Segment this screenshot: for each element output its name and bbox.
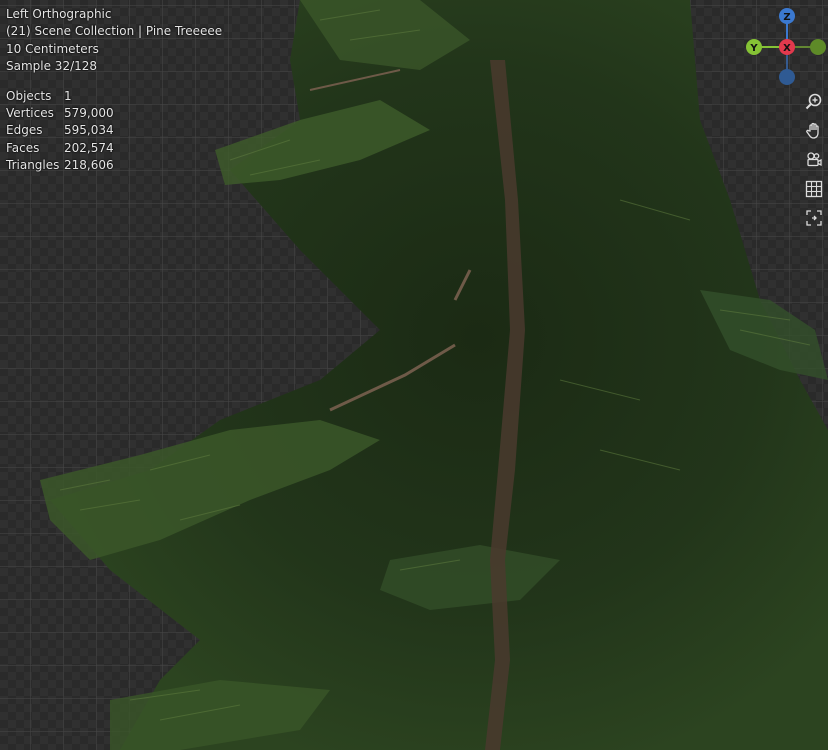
stat-row: Vertices 579,000	[6, 105, 222, 122]
navigation-gizmo[interactable]: Z Y X	[742, 6, 828, 90]
local-view-button[interactable]	[802, 206, 826, 230]
gizmo-y-label: Y	[749, 43, 758, 54]
stat-value: 579,000	[64, 106, 114, 121]
stat-label: Vertices	[6, 106, 54, 121]
stat-row: Faces 202,574	[6, 140, 222, 157]
stat-label: Faces	[6, 140, 40, 155]
gizmo-z-label: Z	[783, 12, 790, 23]
scene-statistics: Objects 1 Vertices 579,000 Edges 595,034…	[6, 88, 222, 175]
camera-view-button[interactable]	[802, 148, 826, 172]
viewport-info-overlay: Left Orthographic (21) Scene Collection …	[6, 6, 222, 175]
toggle-ortho-button[interactable]	[802, 177, 826, 201]
stat-value: 1	[64, 88, 72, 103]
render-sample: Sample 32/128	[6, 59, 98, 74]
grid-scale: 10 Centimeters	[6, 41, 99, 56]
stat-row: Edges 595,034	[6, 122, 222, 139]
pan-button[interactable]	[802, 119, 826, 143]
gizmo-neg-y-axis[interactable]	[810, 39, 826, 55]
view-name: Left Orthographic	[6, 7, 112, 21]
viewport-navigation-tools	[802, 90, 828, 235]
stat-value: 202,574	[64, 140, 114, 155]
gizmo-x-label: X	[783, 43, 791, 54]
camera-view-icon	[807, 152, 822, 167]
stat-row: Objects 1	[6, 88, 222, 105]
zoom-icon	[805, 93, 822, 110]
stat-value: 595,034	[64, 123, 114, 138]
stat-label: Triangles	[6, 158, 60, 173]
grid-ortho-icon	[805, 180, 823, 198]
stat-label: Objects	[6, 88, 52, 103]
3d-viewport[interactable]: Left Orthographic (21) Scene Collection …	[0, 0, 828, 750]
gizmo-neg-z-axis[interactable]	[779, 69, 795, 85]
stat-row: Triangles 218,606	[6, 157, 222, 174]
zoom-button[interactable]	[802, 90, 826, 114]
hand-pan-icon	[806, 122, 819, 139]
local-view-icon	[806, 210, 822, 226]
stat-label: Edges	[6, 123, 43, 138]
stat-value: 218,606	[64, 158, 114, 173]
collection-line: (21) Scene Collection | Pine Treeeee	[6, 24, 223, 39]
